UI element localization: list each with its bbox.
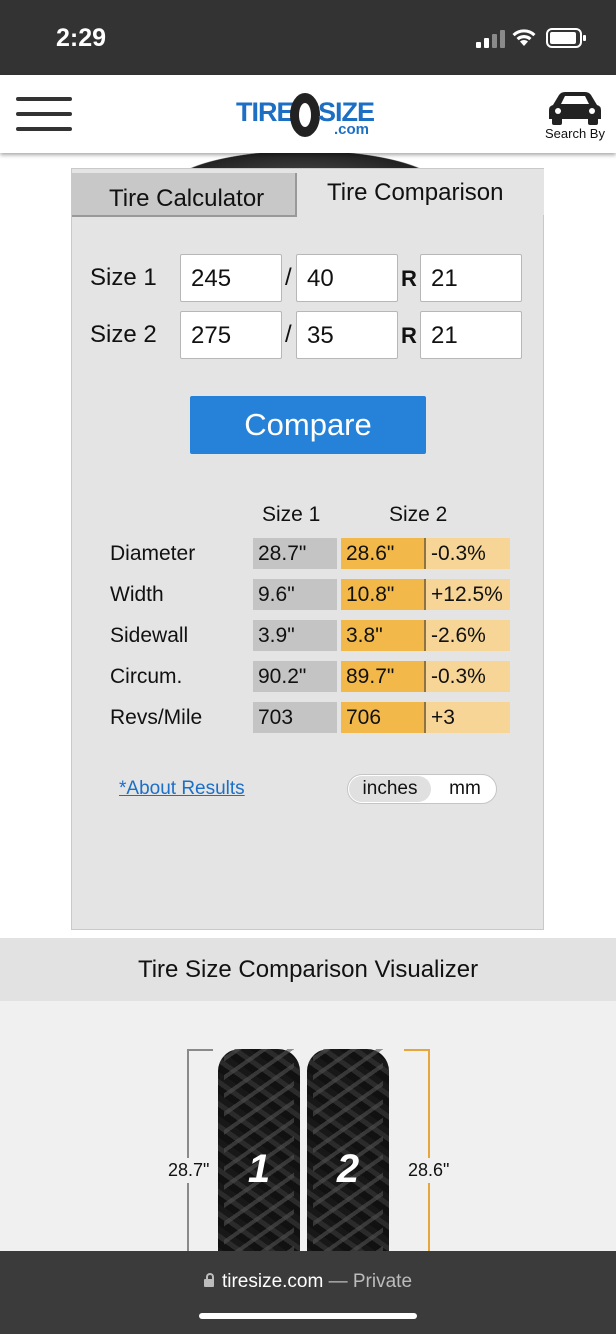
results-row-revs-per-mile: Revs/Mile 703 706 +3 — [72, 702, 545, 734]
url-display[interactable]: tiresize.com — Private — [0, 1271, 616, 1293]
wifi-icon — [512, 29, 536, 46]
logo-text-tire: TIRE — [236, 97, 295, 127]
results-row-diameter: Diameter 28.7" 28.6" -0.3% — [72, 538, 545, 570]
result-difference: -2.6% — [426, 620, 510, 651]
logo-tire-icon — [290, 93, 320, 137]
tab-tire-calculator[interactable]: Tire Calculator — [72, 173, 297, 217]
tire-2-height-bracket — [404, 1049, 430, 1261]
result-size-1-value: 9.6" — [253, 579, 337, 610]
size-1-label: Size 1 — [90, 264, 157, 291]
result-size-2-value: 706 — [341, 702, 426, 733]
status-time: 2:29 — [56, 24, 107, 52]
size-2-row: Size 2 275 / 35 R 21 — [72, 311, 545, 361]
tire-2-number: 2 — [336, 1147, 360, 1191]
compare-button[interactable]: Compare — [190, 396, 426, 454]
slash-separator: / — [285, 264, 292, 291]
result-size-1-value: 3.9" — [253, 620, 337, 651]
size-1-row: Size 1 245 / 40 R 21 — [72, 254, 545, 304]
result-label: Width — [110, 583, 164, 606]
size-2-width-input[interactable]: 275 — [180, 311, 282, 359]
result-difference: +12.5% — [426, 579, 510, 610]
tire-1-diameter-label: 28.7" — [168, 1158, 210, 1183]
result-size-1-value: 90.2" — [253, 661, 337, 692]
unit-mm-option[interactable]: mm — [434, 776, 496, 802]
unit-toggle: inches mm — [347, 774, 497, 804]
url-host: tiresize.com — [221, 1271, 324, 1292]
cellular-signal-icon — [476, 30, 506, 48]
result-label: Revs/Mile — [110, 706, 203, 729]
search-by-vehicle-button[interactable]: Search By — [540, 91, 610, 147]
tire-2-diameter-label: 28.6" — [408, 1158, 450, 1183]
site-header: TIRE SIZE .com Search By — [0, 75, 616, 153]
result-size-2-value: 10.8" — [341, 579, 426, 610]
results-row-sidewall: Sidewall 3.9" 3.8" -2.6% — [72, 620, 545, 652]
logo-text-com: .com — [334, 121, 370, 138]
private-mode-label: — Private — [323, 1271, 413, 1292]
site-logo[interactable]: TIRE SIZE .com — [236, 93, 380, 139]
search-by-label: Search By — [545, 126, 605, 141]
tire-1-height-bracket — [187, 1049, 213, 1261]
size-1-aspect-input[interactable]: 40 — [296, 254, 398, 302]
size-2-rim-input[interactable]: 21 — [420, 311, 522, 359]
battery-icon — [546, 28, 586, 48]
tire-2-image: 2 — [307, 1049, 389, 1269]
slash-separator: / — [285, 321, 292, 348]
about-results-link[interactable]: *About Results — [119, 778, 245, 800]
status-bar: 2:29 — [0, 0, 616, 75]
rim-separator: R — [401, 323, 417, 348]
result-difference: -0.3% — [426, 661, 510, 692]
unit-inches-option[interactable]: inches — [349, 776, 431, 802]
result-label: Diameter — [110, 542, 196, 565]
tire-1-number: 1 — [247, 1147, 271, 1191]
tire-1-image: 1 — [218, 1049, 300, 1269]
results-row-width: Width 9.6" 10.8" +12.5% — [72, 579, 545, 611]
results-row-circumference: Circum. 90.2" 89.7" -0.3% — [72, 661, 545, 693]
results-header-size-1: Size 1 — [262, 503, 321, 526]
size-1-width-input[interactable]: 245 — [180, 254, 282, 302]
rim-separator: R — [401, 266, 417, 291]
size-2-label: Size 2 — [90, 321, 157, 348]
home-indicator[interactable] — [199, 1313, 417, 1319]
result-label: Circum. — [110, 665, 183, 688]
result-size-2-value: 89.7" — [341, 661, 426, 692]
browser-url-bar[interactable]: tiresize.com — Private — [0, 1251, 616, 1334]
visualizer-title: Tire Size Comparison Visualizer — [0, 938, 616, 1001]
results-header-size-2: Size 2 — [389, 503, 448, 526]
visualizer-area: 28.7" 28.6" 1 2 — [0, 1001, 616, 1269]
car-icon — [549, 92, 601, 125]
result-size-1-value: 28.7" — [253, 538, 337, 569]
result-difference: +3 — [426, 702, 510, 733]
menu-icon[interactable] — [16, 97, 72, 133]
result-size-2-value: 3.8" — [341, 620, 426, 651]
tire-comparison-panel: Tire Calculator Tire Comparison Size 1 2… — [71, 168, 544, 930]
tab-tire-comparison[interactable]: Tire Comparison — [297, 169, 544, 215]
result-label: Sidewall — [110, 624, 189, 647]
size-1-rim-input[interactable]: 21 — [420, 254, 522, 302]
result-size-1-value: 703 — [253, 702, 337, 733]
lock-icon — [203, 1273, 214, 1287]
result-difference: -0.3% — [426, 538, 510, 569]
result-size-2-value: 28.6" — [341, 538, 426, 569]
size-2-aspect-input[interactable]: 35 — [296, 311, 398, 359]
